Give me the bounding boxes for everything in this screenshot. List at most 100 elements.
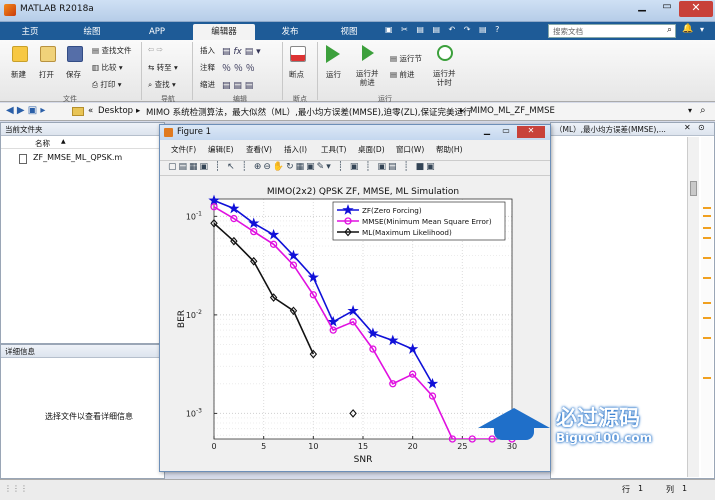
insert-button[interactable]: 插入: [200, 45, 215, 56]
current-folder-panel: 当前文件夹 名称 ▲ ZF_MMSE_ML_QPSK.m: [0, 122, 165, 344]
compare-button[interactable]: ▥ 比较 ▾: [92, 62, 123, 73]
figure-maximize-button[interactable]: ▭: [497, 126, 515, 138]
menu-view[interactable]: 查看(V): [246, 144, 272, 155]
find-files-label: 查找文件: [101, 46, 132, 55]
current-folder-header: 当前文件夹: [1, 123, 164, 136]
breakpoint-icon[interactable]: [290, 46, 306, 62]
m-file-icon: [19, 154, 27, 164]
y-tick-label: 10-2: [186, 309, 202, 320]
path-subfolder[interactable]: MIMO_ML_ZF_MMSE: [470, 106, 555, 116]
tab-editor[interactable]: 编辑器: [193, 24, 255, 40]
goto-label: 转至: [156, 63, 172, 72]
path-folder[interactable]: MIMO 系统检测算法，最大似然（ML）,最小均方误差(MMSE),迫零(ZL)…: [146, 106, 472, 118]
run-time-icon[interactable]: [437, 45, 453, 61]
new-icon[interactable]: [12, 46, 28, 62]
back-forward-icon[interactable]: ⇦ ⇨: [148, 45, 163, 54]
maximize-button[interactable]: ▭: [656, 1, 678, 17]
run-advance-label[interactable]: 运行并 前进: [356, 69, 379, 87]
tab-apps[interactable]: APP: [137, 24, 177, 40]
menu-window[interactable]: 窗口(W): [396, 144, 424, 155]
path-search-icon[interactable]: ⌕: [700, 105, 706, 116]
open-icon[interactable]: [40, 46, 56, 62]
chart-title: MIMO(2x2) QPSK ZF, MMSE, ML Simulation: [267, 187, 459, 197]
find-label: 查找: [154, 80, 170, 89]
menu-edit[interactable]: 编辑(E): [208, 144, 234, 155]
comment-button[interactable]: 注释: [200, 62, 215, 73]
new-button-label[interactable]: 新建: [11, 69, 26, 80]
file-name: ZF_MMSE_ML_QPSK.m: [33, 153, 123, 162]
code-analyzer-bar[interactable]: [701, 137, 713, 477]
tab-publish[interactable]: 发布: [268, 24, 312, 40]
nav-arrows-icon[interactable]: ◀ ▶ ▣ ▸: [6, 105, 45, 116]
path-prefix[interactable]: «: [88, 106, 93, 116]
x-tick-label: 15: [358, 442, 368, 451]
watermark: 必过源码 Biguo100.com: [478, 402, 678, 454]
compare-label: 比较: [101, 63, 117, 72]
indent-button[interactable]: 缩进: [200, 79, 215, 90]
tab-home[interactable]: 主页: [8, 24, 52, 40]
y-tick-label: 10-1: [186, 210, 202, 221]
name-column-header[interactable]: 名称: [35, 138, 50, 149]
x-tick-label: 10: [308, 442, 318, 451]
status-row-label: 行: [622, 485, 630, 494]
editor-scrollbar[interactable]: [687, 137, 699, 477]
figure-title-bar[interactable]: Figure 1 ▁ ▭ ✕: [160, 125, 550, 140]
editor-close-icon[interactable]: ✕: [684, 123, 691, 132]
menu-insert[interactable]: 插入(I): [284, 144, 307, 155]
file-list-header[interactable]: 名称 ▲: [1, 137, 164, 149]
menu-help[interactable]: 帮助(H): [436, 144, 463, 155]
menu-desktop[interactable]: 桌面(D): [358, 144, 385, 155]
sort-indicator-icon: ▲: [61, 138, 66, 145]
quick-access-toolbar[interactable]: ▣ ✂ ▤ ▤ ↶ ↷ ▤ ?: [385, 25, 515, 37]
tab-plots[interactable]: 绘图: [70, 24, 114, 40]
current-folder-title: 当前文件夹: [5, 125, 43, 134]
status-col-label: 列: [666, 485, 674, 494]
path-sep-1: ▸: [136, 106, 141, 116]
run-time-label[interactable]: 运行并 计时: [433, 69, 456, 87]
find-button[interactable]: ⌕ 查找 ▾: [148, 79, 176, 90]
figure-toolbar-icons[interactable]: ▢▤▦▣ ┊ ↖ ┊ ⊕⊖✋↻▦▣✎▾ ┊ ▣ ┊ ▣▤ ┊ ■▣: [168, 162, 437, 172]
legend-label: ML(Maximum Likelihood): [362, 228, 452, 237]
figure-icon: [164, 128, 173, 137]
list-item[interactable]: ZF_MMSE_ML_QPSK.m: [5, 153, 155, 165]
graduation-cap-icon: [478, 408, 550, 428]
goto-button[interactable]: ⇆ 转至 ▾: [148, 62, 178, 73]
figure-title: Figure 1: [177, 127, 212, 137]
notification-icon[interactable]: 🔔: [682, 24, 693, 34]
search-input[interactable]: 搜索文档 ⌕: [548, 24, 676, 38]
breakpoint-button-label[interactable]: 断点: [289, 69, 304, 80]
ribbon-expand-icon[interactable]: ▾: [700, 25, 704, 34]
scroll-thumb[interactable]: [690, 181, 697, 196]
run-section-button[interactable]: ▤ 运行节: [390, 53, 422, 64]
address-bar: ◀ ▶ ▣ ▸ « Desktop ▸ MIMO 系统检测算法，最大似然（ML）…: [0, 103, 715, 121]
find-files-button[interactable]: ▤ 查找文件: [92, 45, 131, 56]
matlab-logo-icon: [4, 4, 16, 16]
open-button-label[interactable]: 打开: [39, 69, 54, 80]
title-bar: MATLAB R2018a ▁ ▭ ✕: [0, 0, 715, 22]
edit-tools-icon[interactable]: ▤ fx ▤ ▾ ％ ％ ％ ▤ ▤ ▤: [222, 44, 261, 95]
ribbon-tab-bar: 主页 绘图 APP 编辑器 发布 视图 ▣ ✂ ▤ ▤ ↶ ↷ ▤ ? 搜索文档…: [0, 22, 715, 40]
editor-options-icon[interactable]: ⊙: [698, 123, 705, 132]
figure-close-button[interactable]: ✕: [517, 126, 545, 138]
save-icon[interactable]: [67, 46, 83, 62]
ribbon: 新建 打开 保存 ▤ 查找文件 ▥ 比较 ▾ ⎙ 打印 ▾ 文件 ⇦ ⇨ ⇆ 转…: [0, 40, 715, 103]
save-button-label[interactable]: 保存: [66, 69, 81, 80]
minimize-button[interactable]: ▁: [630, 1, 654, 17]
status-col-value: 1: [682, 484, 688, 493]
run-icon[interactable]: [326, 45, 340, 63]
run-button-label[interactable]: 运行: [326, 69, 341, 80]
close-button[interactable]: ✕: [679, 1, 713, 17]
advance-button[interactable]: ▤ 前进: [390, 69, 414, 80]
y-axis-label: BER: [177, 310, 187, 328]
run-advance-icon[interactable]: [362, 45, 374, 61]
path-desktop[interactable]: Desktop: [98, 106, 133, 116]
x-tick-label: 25: [457, 442, 467, 451]
menu-tools[interactable]: 工具(T): [321, 144, 346, 155]
print-button[interactable]: ⎙ 打印 ▾: [92, 79, 122, 90]
path-dropdown-icon[interactable]: ▾: [688, 106, 692, 115]
folder-icon: [72, 107, 84, 116]
menu-file[interactable]: 文件(F): [171, 144, 196, 155]
group-edit-label: 编辑: [233, 95, 247, 103]
figure-minimize-button[interactable]: ▁: [478, 126, 496, 138]
tab-view[interactable]: 视图: [327, 24, 371, 40]
